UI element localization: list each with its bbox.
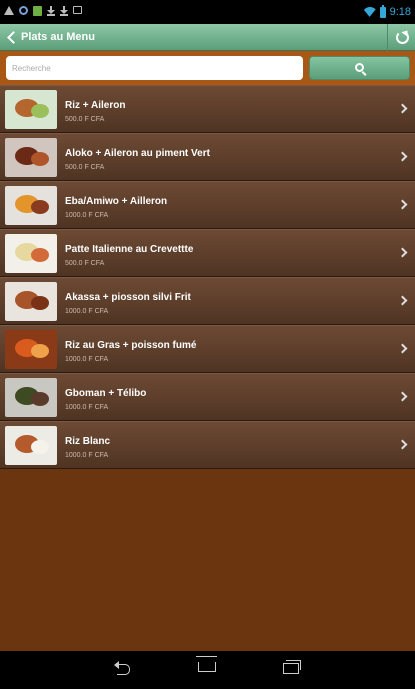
search-button[interactable] xyxy=(309,56,410,80)
book-icon xyxy=(33,6,42,16)
dish-name: Patte Italienne au Crevettte xyxy=(65,244,194,255)
list-item[interactable]: Patte Italienne au Crevettte 500.0 F CFA xyxy=(0,229,415,277)
dish-price: 500.0 F CFA xyxy=(65,164,105,171)
refresh-button[interactable] xyxy=(387,24,415,51)
search-bar xyxy=(0,51,415,85)
search-icon xyxy=(355,63,364,72)
dish-thumbnail xyxy=(5,282,57,321)
dish-thumbnail xyxy=(5,234,57,273)
main-content: Riz + Aileron500.0 F CFAAloko + Aileron … xyxy=(0,51,415,651)
dish-name: Aloko + Aileron au piment Vert xyxy=(65,148,210,159)
dish-thumbnail xyxy=(5,378,57,417)
google-icon xyxy=(19,6,28,15)
search-input[interactable] xyxy=(6,56,303,80)
list-item[interactable]: Riz au Gras + poisson fumé 1000.0 F CFA xyxy=(0,325,415,373)
recent-apps-icon[interactable] xyxy=(283,660,301,674)
dish-list: Riz + Aileron 500.0 F CFA Aloko + Aileron … xyxy=(0,85,415,469)
dish-thumbnail xyxy=(5,426,57,465)
dish-name: Riz Blanc xyxy=(65,436,111,447)
chevron-right-icon xyxy=(397,295,408,306)
home-icon[interactable] xyxy=(196,656,217,672)
back-icon[interactable] xyxy=(114,661,132,675)
dish-price: 1000.0 F CFA xyxy=(65,212,109,219)
list-item[interactable]: Gboman + Télibo 1000.0 F CFA xyxy=(0,373,415,421)
list-item[interactable]: Riz + Aileron 500.0 F CFA xyxy=(0,85,415,133)
chevron-right-icon xyxy=(397,343,408,354)
chevron-right-icon xyxy=(397,247,408,258)
list-item[interactable]: Eba/Amiwo + Ailleron 1000.0 F CFA xyxy=(0,181,415,229)
dish-name: Riz au Gras + poisson fumé xyxy=(65,340,197,351)
status-bar: 9:18 xyxy=(0,0,415,24)
notification-icons xyxy=(4,6,82,18)
chevron-left-icon[interactable] xyxy=(6,31,15,44)
dish-thumbnail xyxy=(5,330,57,369)
dish-name: Gboman + Télibo xyxy=(65,388,147,399)
chevron-right-icon xyxy=(397,151,408,162)
navigation-bar xyxy=(0,651,415,689)
dish-name: Eba/Amiwo + Ailleron xyxy=(65,196,168,207)
chevron-right-icon xyxy=(397,391,408,402)
action-bar: Plats au Menu xyxy=(0,24,415,51)
dish-price: 500.0 F CFA xyxy=(65,260,105,267)
dish-name: Riz + Aileron xyxy=(65,100,126,111)
dish-name: Akassa + piosson silvi Frit xyxy=(65,292,191,303)
dish-thumbnail xyxy=(5,186,57,225)
list-item[interactable]: Aloko + Aileron au piment Vert 500.0 F CF… xyxy=(0,133,415,181)
page-title[interactable]: Plats au Menu xyxy=(21,31,95,44)
refresh-icon xyxy=(396,31,409,44)
dish-price: 1000.0 F CFA xyxy=(65,356,109,363)
dish-thumbnail xyxy=(5,138,57,177)
dish-thumbnail xyxy=(5,90,57,129)
dish-price: 500.0 F CFA xyxy=(65,116,105,123)
dish-price: 1000.0 F CFA xyxy=(65,308,109,315)
dish-price: 1000.0 F CFA xyxy=(65,452,109,459)
download-icon xyxy=(47,6,55,16)
warning-icon xyxy=(4,6,14,15)
chevron-right-icon xyxy=(397,199,408,210)
wifi-icon xyxy=(364,7,376,17)
chevron-right-icon xyxy=(397,439,408,450)
dish-price: 1000.0 F CFA xyxy=(65,404,109,411)
system-icons: 9:18 xyxy=(364,4,411,19)
chevron-right-icon xyxy=(397,103,408,114)
status-time: 9:18 xyxy=(389,6,411,18)
battery-icon xyxy=(379,4,386,18)
download-icon xyxy=(60,6,68,16)
list-item[interactable]: Riz Blanc 1000.0 F CFA xyxy=(0,421,415,469)
list-item[interactable]: Akassa + piosson silvi Frit 1000.0 F CFA xyxy=(0,277,415,325)
copy-icon xyxy=(73,6,82,14)
